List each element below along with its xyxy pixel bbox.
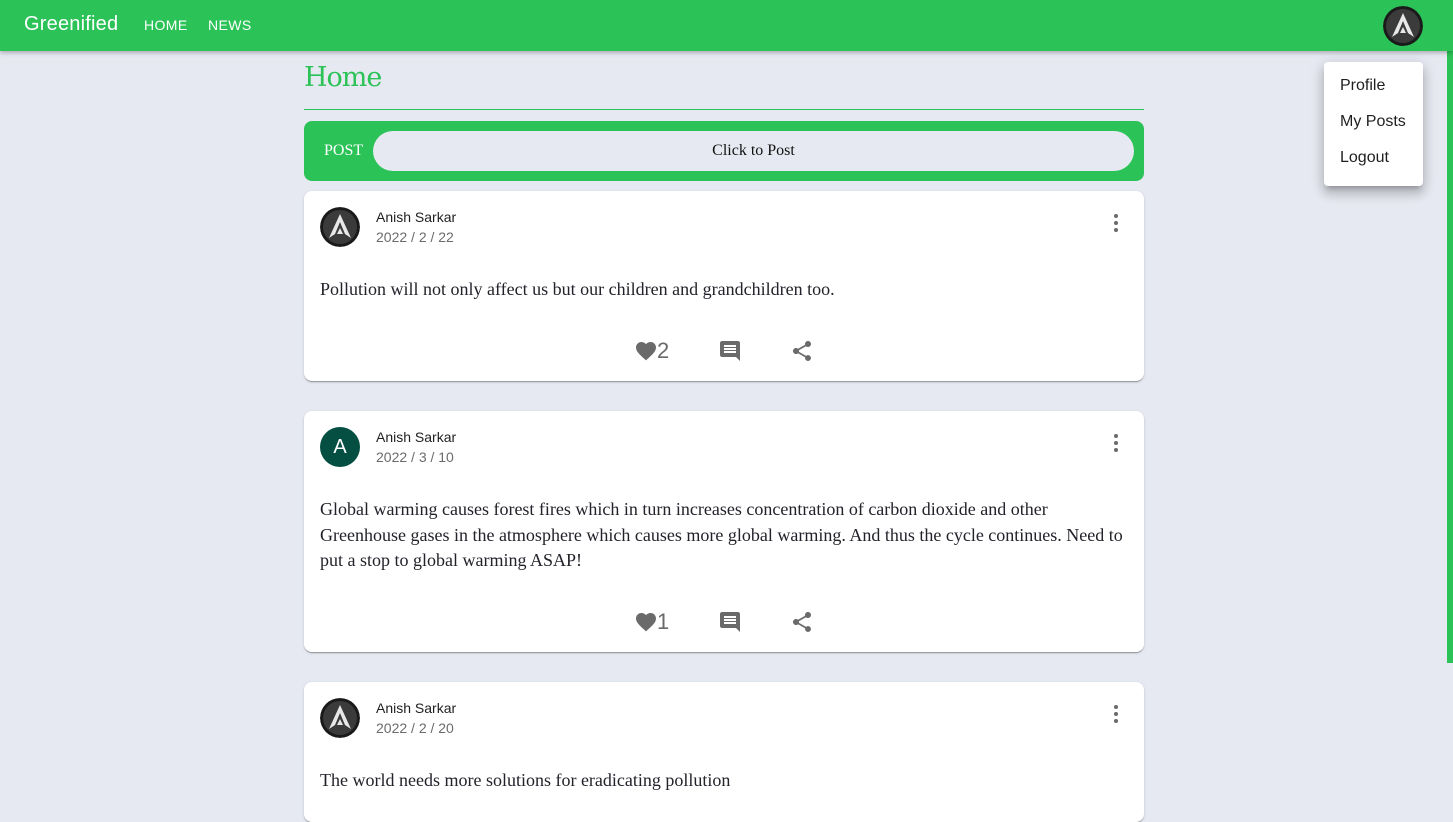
post-composer: POST Click to Post xyxy=(304,121,1144,181)
title-divider xyxy=(304,109,1144,110)
post-body: Pollution will not only affect us but ou… xyxy=(320,279,835,299)
post-actions: 1 xyxy=(304,602,1144,642)
heart-icon xyxy=(636,613,656,632)
menu-item-profile[interactable]: Profile xyxy=(1324,68,1423,104)
post-author: Anish Sarkar xyxy=(376,209,457,225)
more-vert-icon[interactable] xyxy=(1104,211,1128,235)
account-menu: Profile My Posts Logout xyxy=(1324,62,1423,186)
click-to-post-button[interactable]: Click to Post xyxy=(373,131,1134,171)
post-date: 2022 / 2 / 22 xyxy=(376,229,454,245)
assassin-logo-icon xyxy=(320,207,360,247)
post-actions: 2 xyxy=(304,331,1144,371)
share-icon[interactable] xyxy=(790,610,814,634)
like-count: 1 xyxy=(657,609,670,634)
post-date: 2022 / 2 / 20 xyxy=(376,720,454,736)
post-card: A Anish Sarkar 2022 / 3 / 10 Global warm… xyxy=(304,411,1144,652)
post-author: Anish Sarkar xyxy=(376,700,457,716)
page-title: Home xyxy=(304,62,382,93)
share-icon[interactable] xyxy=(790,339,814,363)
scrollbar-rail[interactable] xyxy=(1447,51,1453,663)
menu-item-logout[interactable]: Logout xyxy=(1324,140,1423,176)
post-date: 2022 / 3 / 10 xyxy=(376,449,454,465)
assassin-logo-icon[interactable] xyxy=(1383,6,1423,46)
post-label: POST xyxy=(324,142,364,159)
nav-link-home[interactable]: HOME xyxy=(144,17,188,33)
top-navbar: Greenified HOME NEWS xyxy=(0,0,1453,51)
more-vert-icon[interactable] xyxy=(1104,431,1128,455)
heart-icon xyxy=(636,342,656,361)
nav-link-news[interactable]: NEWS xyxy=(208,17,252,33)
post-author: Anish Sarkar xyxy=(376,429,457,445)
more-vert-icon[interactable] xyxy=(1104,702,1128,726)
brand-logo-text[interactable]: Greenified xyxy=(24,13,118,36)
comment-icon[interactable] xyxy=(718,339,742,363)
like-count: 2 xyxy=(657,338,670,363)
post-card: Anish Sarkar 2022 / 2 / 22 Pollution wil… xyxy=(304,191,1144,381)
post-card: Anish Sarkar 2022 / 2 / 20 The world nee… xyxy=(304,682,1144,822)
post-body: Global warming causes forest fires which… xyxy=(320,499,1123,570)
avatar: A xyxy=(320,427,360,467)
comment-icon[interactable] xyxy=(718,610,742,634)
menu-item-my-posts[interactable]: My Posts xyxy=(1324,104,1423,140)
assassin-logo-icon xyxy=(320,698,360,738)
